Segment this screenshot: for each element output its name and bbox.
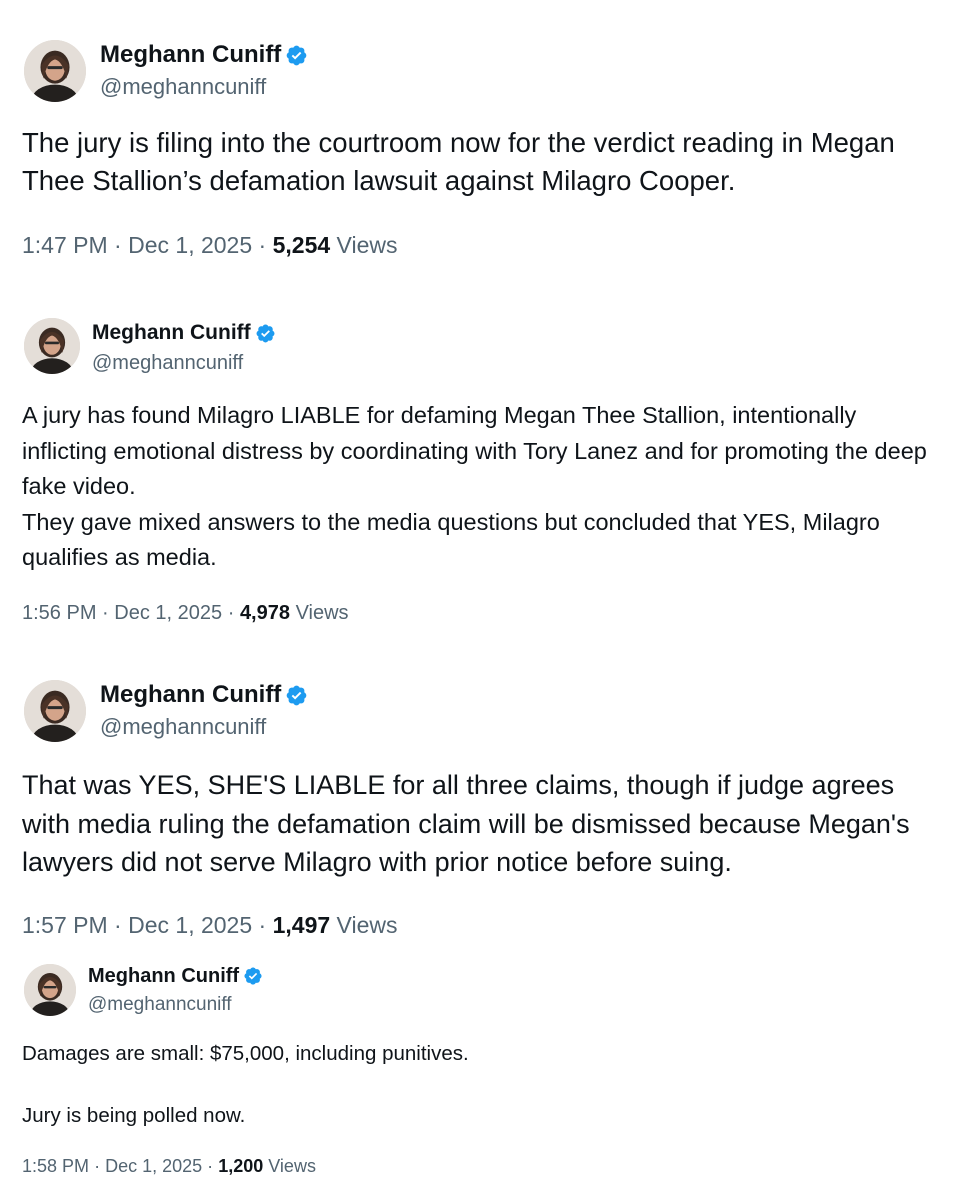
separator: · [114,912,122,938]
tweet-paragraph: Damages are small: $75,000, including pu… [22,1042,469,1065]
author-row[interactable]: Meghann Cuniff [100,38,308,72]
tweet-text: That was YES, SHE'S LIABLE for all three… [22,766,942,882]
views-count: 5,254 [272,232,331,258]
author-row[interactable]: Meghann Cuniff [100,678,308,712]
author-handle[interactable]: @meghanncuniff [88,994,232,1016]
author-name[interactable]: Meghann Cuniff [88,965,239,988]
author-name[interactable]: Meghann Cuniff [92,321,251,345]
tweet-date[interactable]: Dec 1, 2025 [128,232,252,258]
views-count: 4,978 [239,602,290,624]
verified-badge-icon [243,966,263,986]
views-label: Views [336,912,398,938]
author-handle[interactable]: @meghanncuniff [100,74,266,100]
avatar[interactable] [24,318,80,374]
tweet-paragraph: A jury has found Milagro LIABLE for defa… [22,402,927,499]
tweet-paragraph: Jury is being polled now. [22,1104,246,1127]
tweet-meta: 1:58 PM · Dec 1, 2025 · 1,200 Views [22,1156,316,1177]
avatar[interactable] [24,40,86,102]
separator: · [227,602,235,624]
tweet-meta: 1:47 PM · Dec 1, 2025 · 5,254 Views [22,232,397,259]
avatar-image [24,680,86,742]
tweet-date[interactable]: Dec 1, 2025 [105,1156,202,1176]
avatar-image [24,318,80,374]
tweet-paragraph: They gave mixed answers to the media que… [22,508,880,571]
separator: · [114,232,122,258]
tweet-paragraph: The jury is filing into the courtroom no… [22,127,895,196]
author-row[interactable]: Meghann Cuniff [92,318,276,348]
tweet-text: The jury is filing into the courtroom no… [22,124,942,200]
author-row[interactable]: Meghann Cuniff [88,962,263,990]
tweet-text: A jury has found Milagro LIABLE for defa… [22,398,942,576]
views-label: Views [295,602,349,624]
avatar-image [24,964,76,1016]
verified-badge-icon [255,323,276,344]
tweet-time[interactable]: 1:57 PM [22,912,108,938]
author-name[interactable]: Meghann Cuniff [100,41,281,69]
author-name[interactable]: Meghann Cuniff [100,681,281,709]
views-count: 1,497 [272,912,331,938]
views-count: 1,200 [218,1156,264,1176]
separator: · [207,1156,214,1176]
verified-badge-icon [285,44,308,67]
tweet-date[interactable]: Dec 1, 2025 [114,602,222,624]
separator: · [94,1156,101,1176]
tweet-meta: 1:57 PM · Dec 1, 2025 · 1,497 Views [22,912,397,939]
tweet-meta: 1:56 PM · Dec 1, 2025 · 4,978 Views [22,602,349,625]
tweet-time[interactable]: 1:58 PM [22,1156,89,1176]
tweet-text: Damages are small: $75,000, including pu… [22,1038,942,1131]
tweet-time[interactable]: 1:56 PM [22,602,96,624]
tweet-paragraph: That was YES, SHE'S LIABLE for all three… [22,770,910,877]
tweet-date[interactable]: Dec 1, 2025 [128,912,252,938]
verified-badge-icon [285,684,308,707]
separator: · [258,232,267,258]
views-label: Views [268,1156,316,1176]
avatar-image [24,40,86,102]
separator: · [258,912,267,938]
author-handle[interactable]: @meghanncuniff [92,352,243,375]
author-handle[interactable]: @meghanncuniff [100,714,266,740]
avatar[interactable] [24,680,86,742]
avatar[interactable] [24,964,76,1016]
views-label: Views [336,232,398,258]
separator: · [102,602,109,624]
tweet-time[interactable]: 1:47 PM [22,232,108,258]
